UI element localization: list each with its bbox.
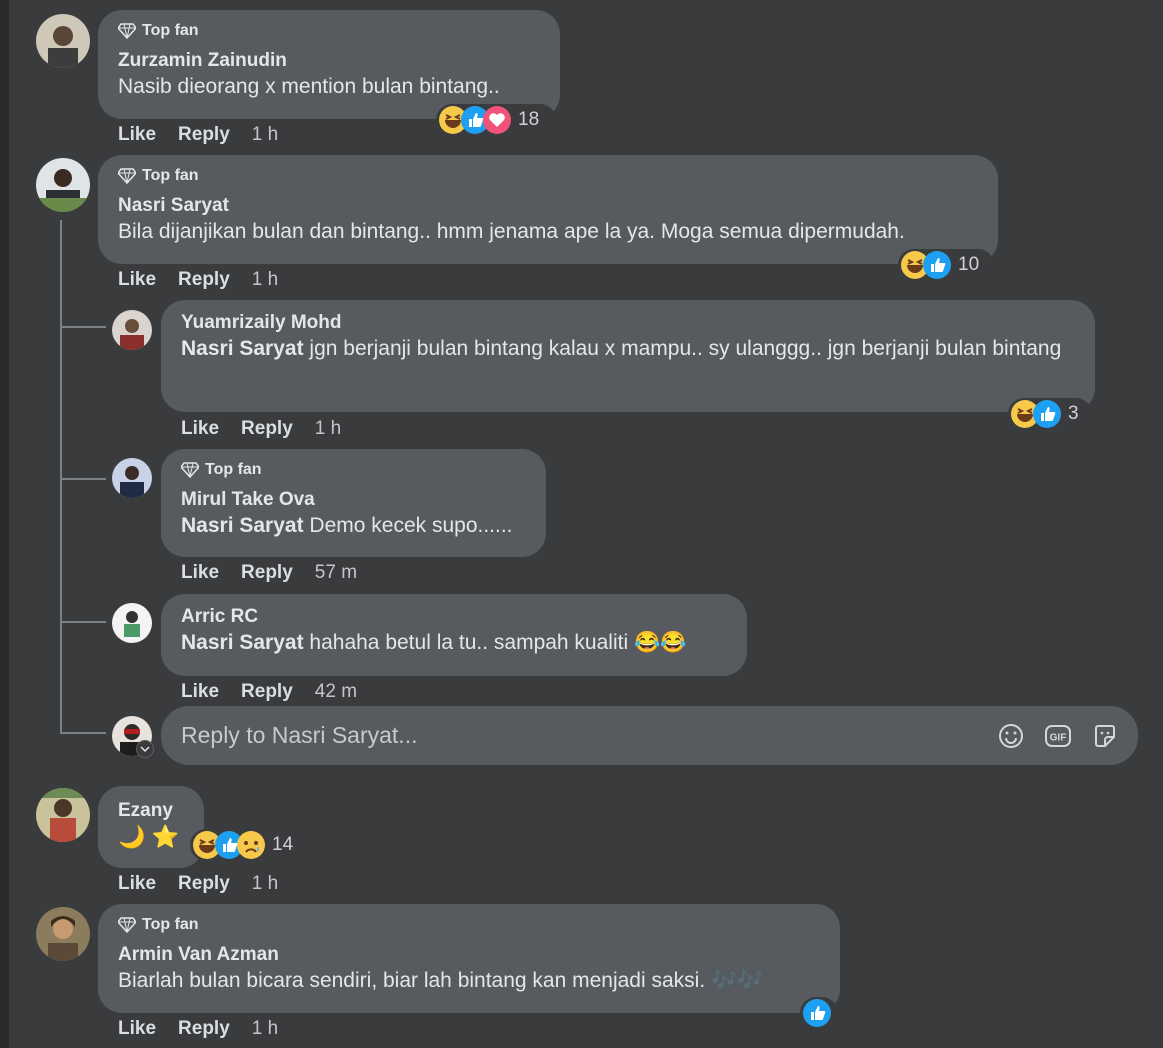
comment-bubble: Top fan Nasri Saryat Bila dijanjikan bul… <box>98 155 998 264</box>
mention-link[interactable]: Nasri Saryat <box>181 337 304 360</box>
commenter-name[interactable]: Ezany <box>118 800 184 822</box>
timestamp[interactable]: 1 h <box>252 124 278 146</box>
avatar[interactable] <box>36 907 90 961</box>
comment-text: Nasri Saryat jgn berjanji bulan bintang … <box>181 337 1062 360</box>
like-button[interactable]: Like <box>118 1018 156 1040</box>
timestamp[interactable]: 57 m <box>315 562 357 584</box>
top-fan-badge: Top fan <box>181 459 526 481</box>
reply-button[interactable]: Reply <box>241 681 293 703</box>
reaction-summary[interactable]: 18 <box>436 104 556 136</box>
like-reaction-icon <box>1033 400 1061 428</box>
comment-actions: Like Reply 1 h <box>181 418 341 440</box>
comment-actions: Like Reply 57 m <box>181 562 357 584</box>
reaction-count: 14 <box>272 834 294 855</box>
comment-text: Nasib dieorang x mention bulan bintang.. <box>118 75 500 98</box>
avatar[interactable] <box>112 603 152 643</box>
timestamp[interactable]: 1 h <box>252 873 278 895</box>
reply-button[interactable]: Reply <box>178 124 230 146</box>
timestamp[interactable]: 1 h <box>315 418 341 440</box>
timestamp[interactable]: 42 m <box>315 681 357 703</box>
left-panel-edge <box>0 0 9 1048</box>
comment-actions: Like Reply 1 h <box>118 124 278 146</box>
reaction-count: 3 <box>1068 403 1079 424</box>
comment-text: Nasri Saryat Demo kecek supo...... <box>181 514 513 537</box>
reply-bubble: Arric RC Nasri Saryat hahaha betul la tu… <box>161 594 747 676</box>
reply-button[interactable]: Reply <box>178 269 230 291</box>
reply-bubble: Top fan Mirul Take Ova Nasri Saryat Demo… <box>161 449 546 557</box>
top-fan-badge: Top fan <box>118 20 540 42</box>
comment-text: Biarlah bulan bicara sendiri, biar lah b… <box>118 969 764 992</box>
avatar[interactable] <box>112 458 152 498</box>
reply-input-box[interactable]: Reply to Nasri Saryat... GIF <box>161 706 1138 765</box>
reply-button[interactable]: Reply <box>241 562 293 584</box>
comment-actions: Like Reply 1 h <box>118 1018 278 1040</box>
comment-actions: Like Reply 1 h <box>118 873 278 895</box>
reaction-summary[interactable]: 10 <box>898 249 994 281</box>
diamond-icon <box>118 917 136 933</box>
commenter-name[interactable]: Zurzamin Zainudin <box>118 50 540 72</box>
comment-text: Nasri Saryat hahaha betul la tu.. sampah… <box>181 631 687 654</box>
comment-actions: Like Reply 42 m <box>181 681 357 703</box>
diamond-icon <box>118 168 136 184</box>
comment-bubble: Ezany 🌙 ⭐ <box>98 786 204 868</box>
comment-bubble: Top fan Zurzamin Zainudin Nasib dieorang… <box>98 10 560 119</box>
diamond-icon <box>118 23 136 39</box>
comment-text: 🌙 ⭐ <box>118 824 179 849</box>
like-button[interactable]: Like <box>118 873 156 895</box>
sticker-icon[interactable] <box>1092 723 1118 749</box>
avatar[interactable] <box>36 158 90 212</box>
commenter-name[interactable]: Arric RC <box>181 606 727 628</box>
diamond-icon <box>181 462 199 478</box>
mention-link[interactable]: Nasri Saryat <box>181 631 304 654</box>
account-switch-chevron[interactable] <box>136 740 154 758</box>
reply-bubble: Yuamrizaily Mohd Nasri Saryat jgn berjan… <box>161 300 1095 412</box>
sad-reaction-icon <box>237 831 265 859</box>
reply-button[interactable]: Reply <box>241 418 293 440</box>
smiley-icon[interactable] <box>998 723 1024 749</box>
avatar[interactable] <box>36 788 90 842</box>
reaction-summary[interactable]: 14 <box>190 829 312 861</box>
like-button[interactable]: Like <box>181 681 219 703</box>
commenter-name[interactable]: Mirul Take Ova <box>181 489 526 511</box>
comment-bubble: Top fan Armin Van Azman Biarlah bulan bi… <box>98 904 840 1013</box>
gif-icon[interactable]: GIF <box>1044 723 1072 749</box>
chevron-down-icon <box>140 746 150 753</box>
reaction-count: 18 <box>518 109 540 130</box>
love-reaction-icon <box>483 106 511 134</box>
thread-line <box>60 220 62 732</box>
comment-actions: Like Reply 1 h <box>118 269 278 291</box>
reaction-summary[interactable]: 3 <box>1008 398 1092 430</box>
reply-button[interactable]: Reply <box>178 873 230 895</box>
like-reaction-icon <box>803 999 831 1027</box>
reaction-count: 10 <box>958 254 980 275</box>
timestamp[interactable]: 1 h <box>252 269 278 291</box>
like-button[interactable]: Like <box>118 269 156 291</box>
avatar[interactable] <box>36 14 90 68</box>
comment-text: Bila dijanjikan bulan dan bintang.. hmm … <box>118 220 905 243</box>
thread-branch <box>60 621 106 623</box>
mention-link[interactable]: Nasri Saryat <box>181 514 304 537</box>
like-button[interactable]: Like <box>118 124 156 146</box>
commenter-name[interactable]: Nasri Saryat <box>118 195 978 217</box>
like-button[interactable]: Like <box>181 418 219 440</box>
avatar[interactable] <box>112 310 152 350</box>
thread-branch <box>60 732 106 734</box>
like-reaction-icon <box>923 251 951 279</box>
thread-branch <box>60 326 106 328</box>
like-button[interactable]: Like <box>181 562 219 584</box>
top-fan-badge: Top fan <box>118 165 978 187</box>
commenter-name[interactable]: Armin Van Azman <box>118 944 820 966</box>
reply-input[interactable]: Reply to Nasri Saryat... <box>181 722 998 749</box>
timestamp[interactable]: 1 h <box>252 1018 278 1040</box>
svg-text:GIF: GIF <box>1050 732 1067 743</box>
reaction-summary[interactable] <box>800 997 838 1029</box>
commenter-name[interactable]: Yuamrizaily Mohd <box>181 312 1075 334</box>
reply-button[interactable]: Reply <box>178 1018 230 1040</box>
thread-branch <box>60 478 106 480</box>
top-fan-badge: Top fan <box>118 914 820 936</box>
